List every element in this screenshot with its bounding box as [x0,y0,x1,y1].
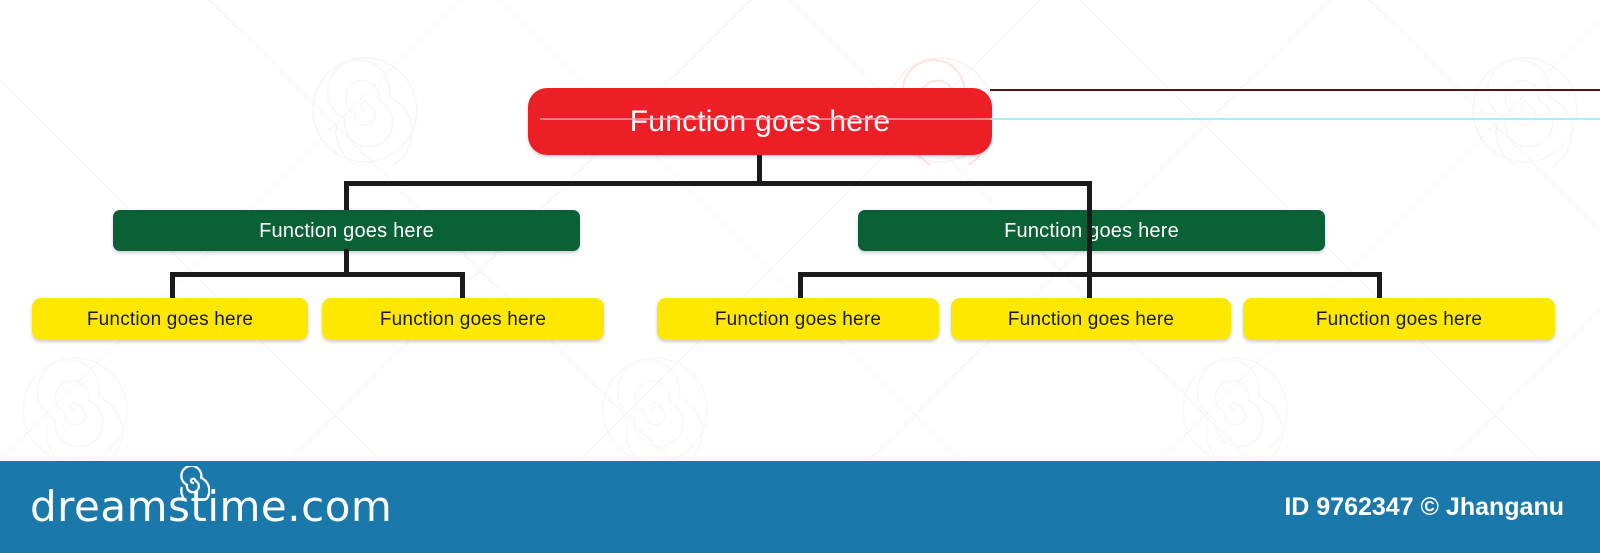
image-credit: ID 9762347 © Jhanganu [1284,492,1564,521]
node-level3-5[interactable]: Function goes here [1243,298,1555,340]
connector-through-mid-right [1087,210,1092,251]
connector-to-mid-right [1087,181,1092,213]
dreamstime-wordmark: dreamstime.com [30,482,393,531]
artifact-line-dark-red [990,89,1600,91]
node-label: Function goes here [1315,308,1483,330]
connector-root-stem [757,153,762,184]
watermark-footer-bar: dreamstime.com ID 9762347 © Jhanganu [0,461,1600,553]
watermark-spiral [22,357,128,465]
node-root[interactable]: Function goes here [528,88,992,155]
node-level3-2[interactable]: Function goes here [322,298,604,340]
node-level3-1[interactable]: Function goes here [32,298,308,340]
diagram-canvas: Function goes here Function goes here Fu… [0,0,1600,553]
node-level3-3[interactable]: Function goes here [657,298,939,340]
watermark-spiral [1182,357,1288,465]
connector-leaf-bus-left [170,272,465,277]
artifact-line-pink-overlay [540,118,992,120]
node-label: Function goes here [379,308,547,330]
watermark-spiral [312,57,418,165]
watermark-spiral [602,357,708,465]
node-label: Function goes here [86,308,254,330]
node-label: Function goes here [1007,308,1175,330]
node-label: Function goes here [259,219,434,242]
node-label: Function goes here [714,308,882,330]
dreamstime-logo: dreamstime.com [30,466,393,531]
connector-level2-bus [344,181,1092,186]
connector-to-mid-left [344,181,349,213]
spiral-icon [180,466,210,500]
node-level2-left[interactable]: Function goes here [113,210,580,251]
watermark-spiral [1472,57,1578,165]
artifact-line-cyan [990,118,1600,120]
node-label: Function goes here [629,104,891,138]
node-level3-4[interactable]: Function goes here [951,298,1231,340]
